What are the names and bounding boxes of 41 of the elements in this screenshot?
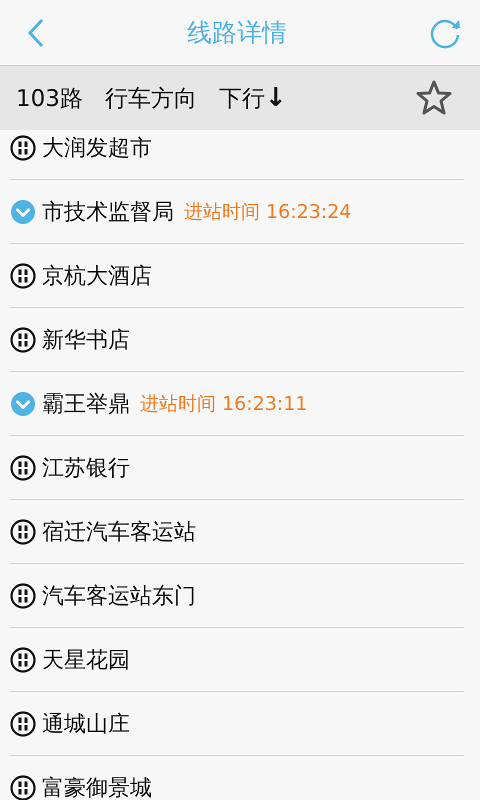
stop-name: 富豪御景城	[42, 774, 152, 800]
arrived-check-icon	[10, 390, 36, 416]
nav-title: 线路详情	[187, 17, 287, 49]
bus-stop-icon	[10, 326, 36, 352]
bus-stop-icon	[10, 710, 36, 736]
stop-row[interactable]: 通城山庄	[10, 692, 464, 756]
stop-row[interactable]: 宿迁汽车客运站	[10, 500, 464, 564]
stop-row[interactable]: 汽车客运站东门	[10, 564, 464, 628]
direction-label: 行车方向	[104, 84, 197, 114]
stop-row[interactable]: 市技术监督局 进站时间 16:23:24	[10, 180, 464, 244]
stop-row[interactable]: 天星花园	[10, 628, 464, 692]
bus-stop-icon	[10, 774, 36, 800]
stop-row[interactable]: 新华书店	[10, 308, 464, 372]
stop-row[interactable]: 霸王举鼎 进站时间 16:23:11	[10, 372, 464, 436]
stop-name: 霸王举鼎	[42, 390, 130, 418]
bus-stop-icon	[10, 454, 36, 480]
arrival-time: 进站时间 16:23:11	[140, 392, 308, 416]
stop-name: 市技术监督局	[42, 198, 174, 226]
bus-stop-icon	[10, 262, 36, 288]
back-icon[interactable]	[26, 16, 46, 48]
stop-name: 汽车客运站东门	[42, 582, 196, 610]
route-number: 103路	[16, 84, 83, 114]
stop-name: 京杭大酒店	[42, 262, 152, 290]
stop-name: 新华书店	[42, 326, 130, 354]
direction-arrow: ↓	[264, 83, 287, 113]
stop-row[interactable]: 大润发超市	[10, 130, 464, 180]
stop-name: 宿迁汽车客运站	[42, 518, 196, 546]
bus-stop-icon	[10, 646, 36, 672]
arrived-check-icon	[10, 198, 36, 224]
bus-stop-icon	[10, 582, 36, 608]
stop-row[interactable]: 京杭大酒店	[10, 244, 464, 308]
stop-row[interactable]: 江苏银行	[10, 436, 464, 500]
bus-stop-icon	[10, 518, 36, 544]
direction-value: 下行	[218, 84, 265, 114]
arrival-time: 进站时间 16:23:24	[184, 200, 352, 224]
stop-name: 江苏银行	[42, 454, 130, 482]
stop-name: 天星花园	[42, 646, 130, 674]
stop-name: 大润发超市	[42, 134, 152, 162]
bus-stop-icon	[10, 134, 36, 160]
stop-row[interactable]: 富豪御景城	[10, 756, 464, 800]
stop-name: 通城山庄	[42, 710, 130, 738]
